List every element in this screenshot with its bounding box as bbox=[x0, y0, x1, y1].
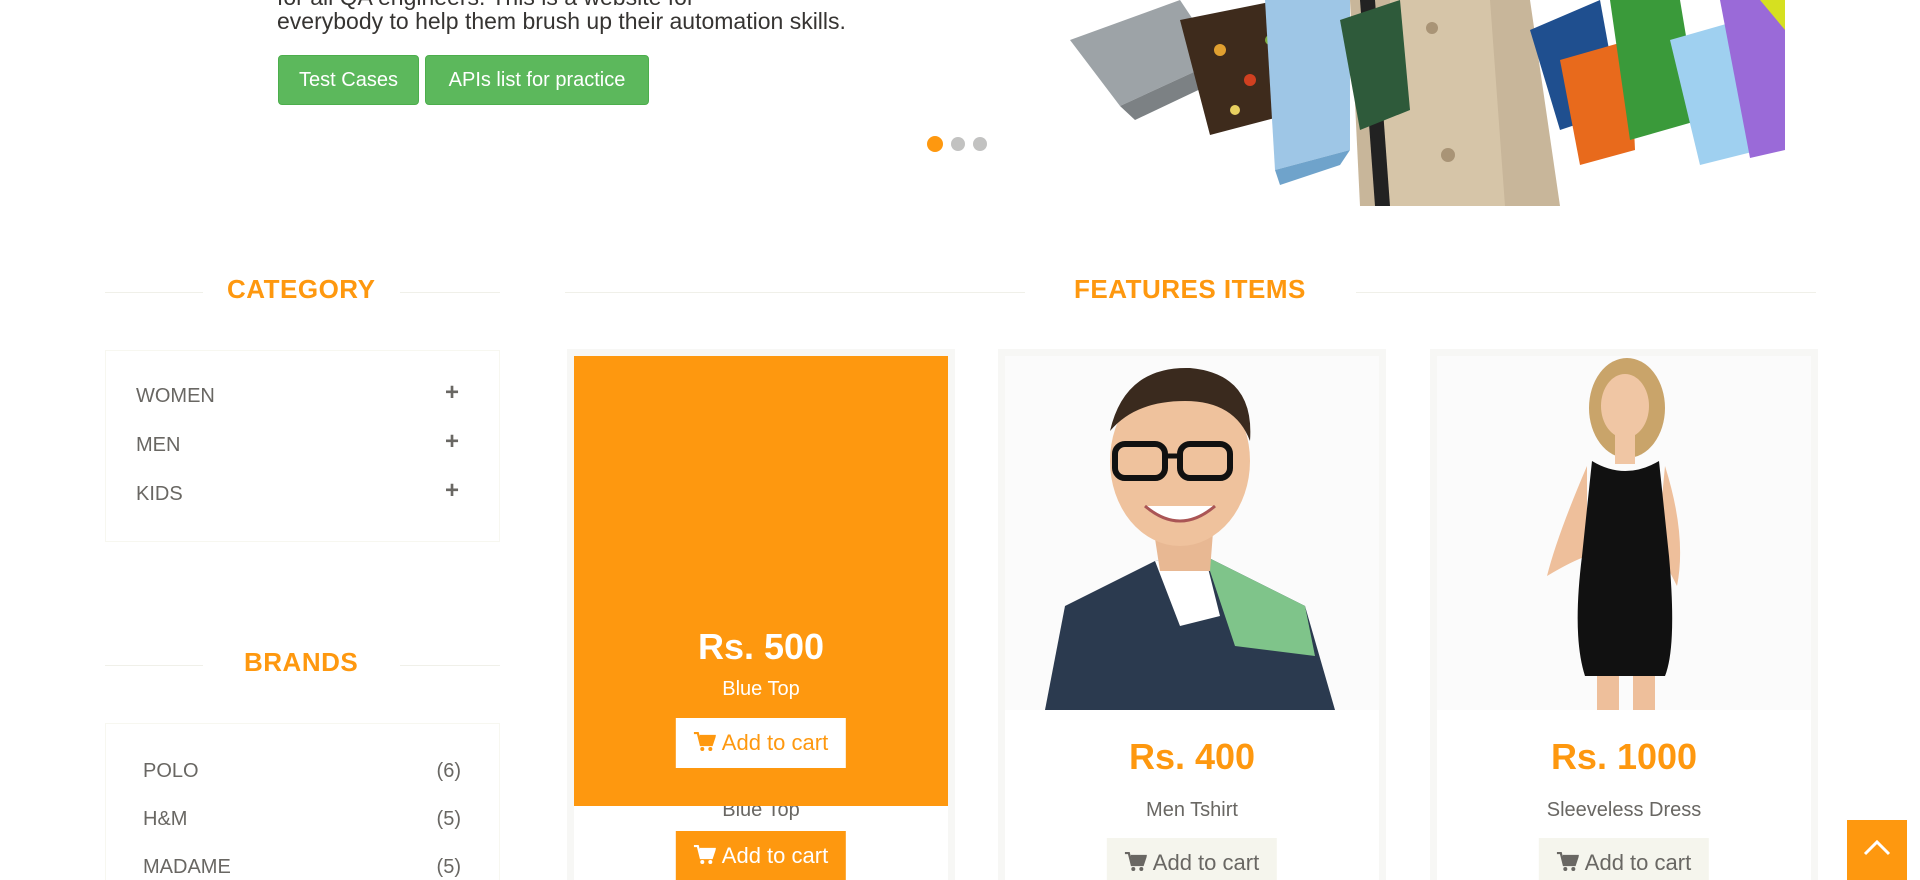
plus-icon[interactable]: + bbox=[445, 477, 459, 505]
brand-madame[interactable]: Madame bbox=[143, 856, 231, 879]
brands-rule-right bbox=[400, 665, 500, 666]
category-title: Category bbox=[227, 274, 376, 304]
features-title: Features Items bbox=[1074, 274, 1306, 304]
product-price: Rs. 1000 bbox=[1550, 736, 1698, 777]
brands-panel: Polo (6) H&M (5) Madame (5) bbox=[105, 723, 500, 880]
features-rule-left bbox=[565, 292, 1025, 293]
test-cases-button[interactable]: Test Cases bbox=[278, 55, 419, 105]
product-overlay: Rs. 500 Blue Top Add to cart bbox=[574, 356, 948, 806]
carousel-indicators bbox=[927, 136, 987, 152]
add-to-cart-button[interactable]: Add to cart bbox=[1538, 838, 1710, 880]
apis-list-button[interactable]: APIs list for practice bbox=[425, 55, 649, 105]
carousel-dot-2[interactable] bbox=[951, 137, 965, 151]
add-to-cart-button[interactable]: Add to cart bbox=[675, 831, 847, 880]
product-card-men-tshirt[interactable]: Rs. 400 Men Tshirt Add to cart bbox=[998, 349, 1386, 880]
product-image-sleeveless-dress bbox=[1437, 356, 1811, 710]
scroll-up-button[interactable] bbox=[1847, 820, 1907, 880]
brand-polo[interactable]: Polo bbox=[143, 760, 199, 783]
product-name: Blue Top bbox=[722, 678, 800, 700]
chevron-up-icon bbox=[1863, 838, 1891, 861]
carousel-dot-1[interactable] bbox=[927, 136, 943, 152]
product-name: Sleeveless Dress bbox=[1546, 799, 1702, 821]
product-card-blue-top[interactable]: Blue Top Add to cart Rs. 500 Blue Top Ad… bbox=[567, 349, 955, 880]
category-panel: Women + Men + Kids + bbox=[105, 350, 500, 542]
shopping-cart-icon bbox=[693, 833, 717, 880]
hero-shopping-bags-image bbox=[1060, 0, 1785, 206]
product-card-sleeveless-dress[interactable]: Rs. 1000 Sleeveless Dress Add to cart bbox=[1430, 349, 1818, 880]
product-image-men-tshirt bbox=[1005, 356, 1379, 710]
brands-title: Brands bbox=[244, 647, 359, 677]
shopping-cart-icon bbox=[693, 720, 717, 770]
category-rule-left bbox=[105, 292, 203, 293]
category-men[interactable]: Men bbox=[136, 434, 180, 457]
brand-count: (6) bbox=[436, 760, 461, 782]
plus-icon[interactable]: + bbox=[445, 428, 459, 456]
carousel-dot-3[interactable] bbox=[973, 137, 987, 151]
shopping-cart-icon bbox=[1124, 840, 1148, 880]
add-to-cart-label: Add to cart bbox=[1584, 850, 1692, 875]
product-name: Men Tshirt bbox=[1146, 799, 1238, 821]
add-to-cart-label: Add to cart bbox=[1152, 850, 1260, 875]
product-price: Rs. 400 bbox=[1128, 736, 1256, 777]
shopping-cart-icon bbox=[1556, 840, 1580, 880]
category-rule-right bbox=[400, 292, 500, 293]
brand-count: (5) bbox=[436, 856, 461, 878]
hero-text: everybody to help them brush up their au… bbox=[277, 8, 846, 34]
add-to-cart-label: Add to cart bbox=[721, 843, 829, 868]
category-women[interactable]: Women bbox=[136, 385, 215, 408]
features-rule-right bbox=[1356, 292, 1816, 293]
add-to-cart-button[interactable]: Add to cart bbox=[1106, 838, 1278, 880]
category-kids[interactable]: Kids bbox=[136, 483, 183, 506]
overlay-add-to-cart-button[interactable]: Add to cart bbox=[675, 718, 847, 770]
brand-count: (5) bbox=[436, 808, 461, 830]
product-price: Rs. 500 bbox=[697, 626, 825, 667]
plus-icon[interactable]: + bbox=[445, 379, 459, 407]
brand-hm[interactable]: H&M bbox=[143, 808, 187, 831]
brands-rule-left bbox=[105, 665, 203, 666]
add-to-cart-label: Add to cart bbox=[721, 730, 829, 755]
